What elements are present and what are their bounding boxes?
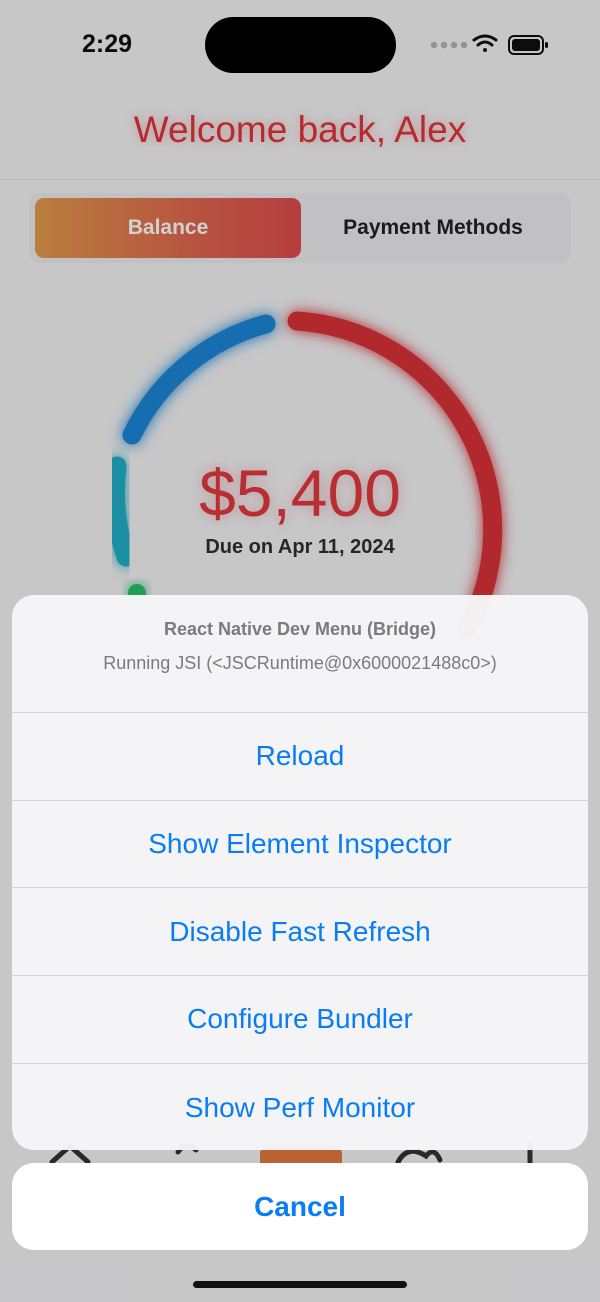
dev-menu-header: React Native Dev Menu (Bridge) Running J…	[12, 595, 588, 713]
disable-fast-refresh-button[interactable]: Disable Fast Refresh	[12, 888, 588, 977]
dev-menu-subtitle: Running JSI (<JSCRuntime@0x6000021488c0>…	[103, 653, 497, 673]
home-indicator[interactable]	[193, 1281, 407, 1288]
reload-button[interactable]: Reload	[12, 713, 588, 801]
cancel-button[interactable]: Cancel	[12, 1163, 588, 1250]
dev-menu-title: React Native Dev Menu (Bridge)	[163, 619, 437, 639]
show-element-inspector-button[interactable]: Show Element Inspector	[12, 801, 588, 889]
configure-bundler-button[interactable]: Configure Bundler	[12, 976, 588, 1064]
show-perf-monitor-button[interactable]: Show Perf Monitor	[12, 1064, 588, 1150]
dev-menu-sheet: React Native Dev Menu (Bridge) Running J…	[12, 595, 588, 1150]
